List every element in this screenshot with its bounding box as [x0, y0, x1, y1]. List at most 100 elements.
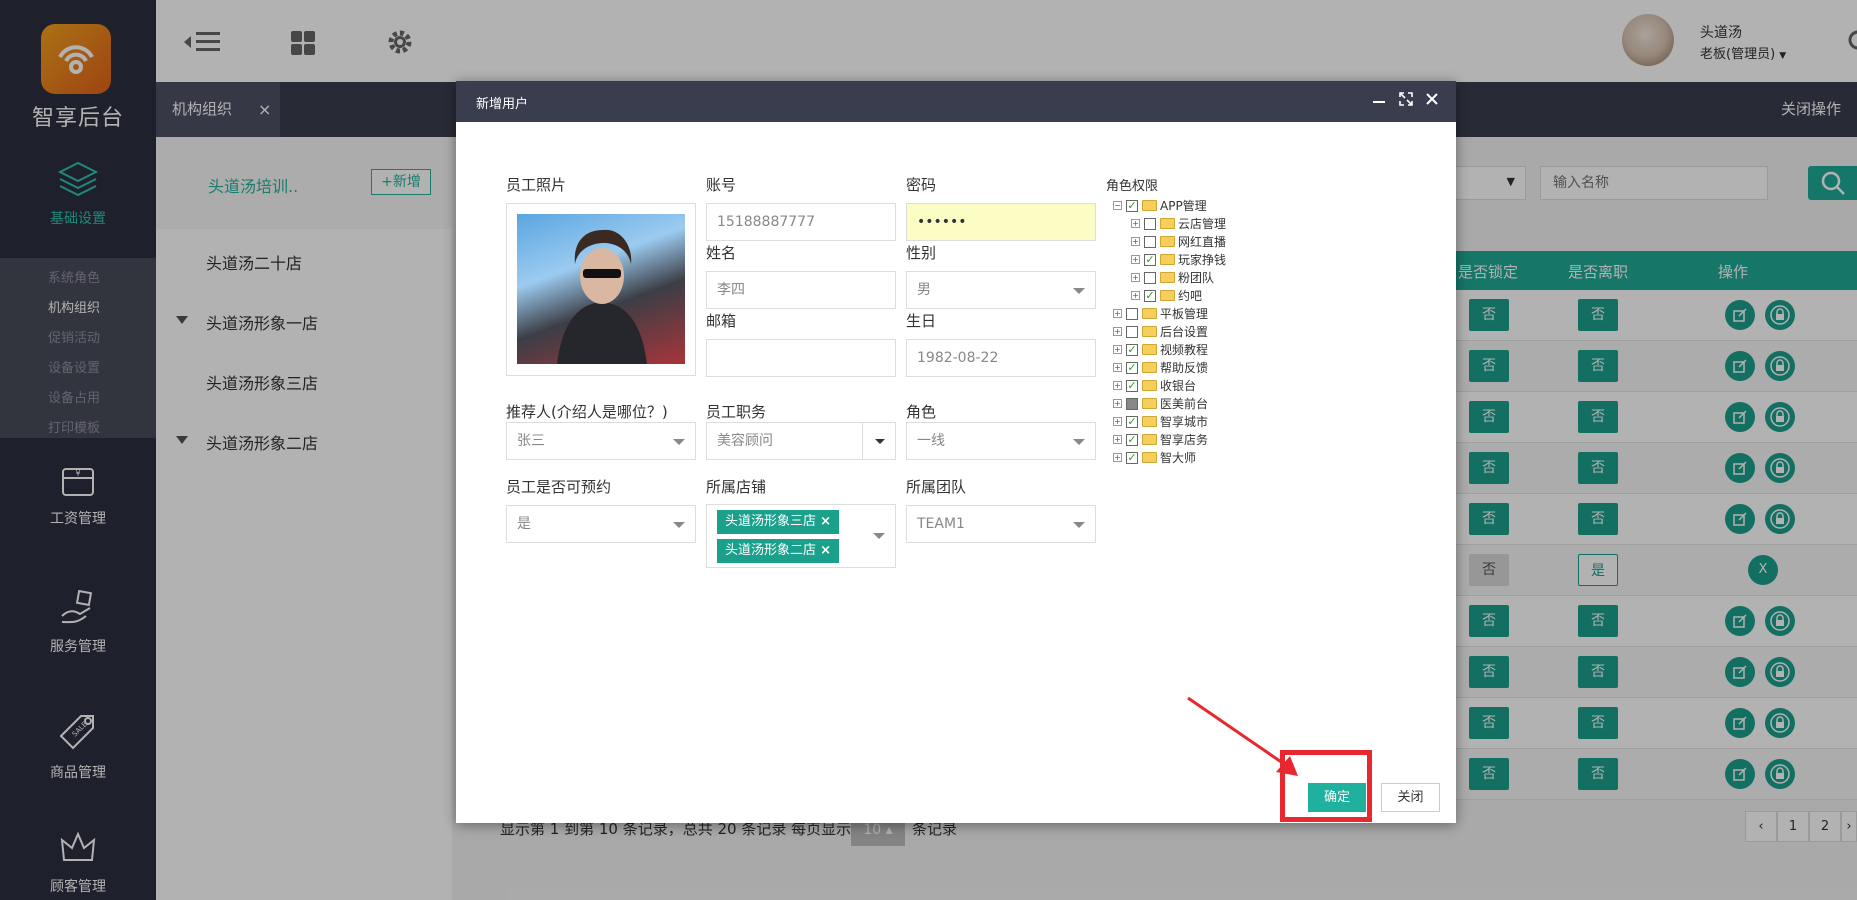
tree-node-label: 智大师 [1160, 451, 1197, 465]
close-button[interactable]: 关闭 [1381, 783, 1440, 812]
tree-node[interactable]: + 平板管理 [1113, 305, 1208, 322]
tree-node[interactable]: + 网红直播 [1131, 233, 1226, 250]
role-label: 角色 [906, 403, 937, 421]
tree-node-label: 粉团队 [1178, 271, 1215, 285]
photo-upload[interactable] [506, 203, 696, 376]
tree-node[interactable]: + ✓ 玩家挣钱 [1131, 251, 1226, 268]
name-input[interactable]: 李四 [706, 271, 896, 309]
store-tag-label: 头道汤形象二店 [725, 543, 817, 558]
tree-checkbox[interactable]: ✓ [1126, 433, 1138, 446]
tree-checkbox[interactable]: ✓ [1126, 361, 1138, 374]
tree-checkbox[interactable] [1144, 235, 1156, 248]
modal-title: 新增用户 [476, 97, 529, 112]
folder-icon [1160, 236, 1175, 247]
annotation-highlight-box [1280, 750, 1372, 822]
tree-node[interactable]: + ✓ 智享店务 [1113, 431, 1208, 448]
position-label: 员工职务 [706, 403, 767, 421]
store-tag[interactable]: 头道汤形象二店 × [717, 539, 840, 563]
tree-node[interactable]: + ✓ 收银台 [1113, 377, 1196, 394]
expand-icon[interactable]: + [1113, 309, 1122, 318]
store-tag[interactable]: 头道汤形象三店 × [717, 510, 840, 534]
tree-node[interactable]: + ✓ 视频教程 [1113, 341, 1208, 358]
folder-icon [1160, 254, 1175, 265]
folder-icon [1142, 344, 1157, 355]
account-input[interactable]: 15188887777 [706, 203, 896, 241]
expand-icon[interactable]: + [1113, 399, 1122, 408]
team-select[interactable]: TEAM1 [906, 505, 1096, 543]
expand-icon[interactable]: + [1113, 327, 1122, 336]
folder-icon [1142, 200, 1157, 211]
role-select[interactable]: 一线 [906, 422, 1096, 460]
modal-header [456, 81, 1456, 122]
expand-icon[interactable]: + [1131, 273, 1140, 282]
role-value: 一线 [917, 433, 945, 449]
password-label: 密码 [906, 176, 937, 194]
tree-node[interactable]: + ✓ 智享城市 [1113, 413, 1208, 430]
tree-checkbox[interactable]: ✓ [1126, 199, 1138, 212]
position-value: 美容顾问 [717, 433, 773, 449]
employee-photo [517, 214, 685, 364]
gender-value: 男 [917, 282, 931, 298]
account-label: 账号 [706, 176, 737, 194]
expand-icon[interactable]: + [1131, 291, 1140, 300]
maximize-icon[interactable] [1398, 91, 1414, 112]
minimize-icon[interactable] [1372, 90, 1386, 115]
tree-node[interactable]: + 医美前台 [1113, 395, 1208, 412]
close-icon[interactable] [1425, 91, 1439, 111]
collapse-icon[interactable]: − [1113, 201, 1122, 210]
tree-node[interactable]: − ✓ APP管理 [1113, 197, 1207, 214]
tree-checkbox[interactable]: ✓ [1126, 415, 1138, 428]
tree-node[interactable]: + ✓ 智大师 [1113, 449, 1196, 466]
bookable-select[interactable]: 是 [506, 505, 696, 543]
bookable-value: 是 [517, 516, 531, 532]
name-label: 姓名 [706, 244, 737, 262]
tree-checkbox[interactable] [1126, 325, 1138, 338]
expand-icon[interactable]: + [1131, 219, 1140, 228]
expand-icon[interactable]: + [1113, 453, 1122, 462]
tree-node[interactable]: + ✓ 约吧 [1131, 287, 1202, 304]
tree-checkbox[interactable]: ✓ [1126, 343, 1138, 356]
chevron-down-icon [875, 439, 885, 444]
expand-icon[interactable]: + [1113, 345, 1122, 354]
tree-checkbox[interactable] [1126, 307, 1138, 320]
expand-icon[interactable]: + [1131, 255, 1140, 264]
folder-icon [1142, 398, 1157, 409]
password-input[interactable]: •••••• [906, 203, 1096, 241]
tree-node[interactable]: + 粉团队 [1131, 269, 1214, 286]
tree-checkbox[interactable] [1144, 271, 1156, 284]
tree-node-label: 帮助反馈 [1160, 361, 1209, 375]
tree-node[interactable]: + 后台设置 [1113, 323, 1208, 340]
birthday-input[interactable]: 1982-08-22 [906, 339, 1096, 377]
remove-tag-icon[interactable]: × [820, 514, 831, 529]
position-select[interactable]: 美容顾问 [706, 422, 896, 460]
tree-checkbox[interactable]: ✓ [1126, 379, 1138, 392]
email-input[interactable] [706, 339, 896, 377]
expand-icon[interactable]: + [1113, 381, 1122, 390]
folder-icon [1142, 380, 1157, 391]
tree-checkbox[interactable]: ✓ [1126, 451, 1138, 464]
chevron-down-icon [1073, 439, 1085, 445]
tree-checkbox[interactable] [1144, 217, 1156, 230]
tree-node-label: 医美前台 [1160, 397, 1209, 411]
folder-icon [1142, 452, 1157, 463]
tree-checkbox[interactable]: ✓ [1144, 289, 1156, 302]
tree-checkbox[interactable]: ✓ [1144, 253, 1156, 266]
expand-icon[interactable]: + [1131, 237, 1140, 246]
expand-icon[interactable]: + [1113, 435, 1122, 444]
expand-icon[interactable]: + [1113, 363, 1122, 372]
photo-label: 员工照片 [506, 176, 567, 194]
tree-node-label: 视频教程 [1160, 343, 1209, 357]
birthday-label: 生日 [906, 312, 937, 330]
gender-select[interactable]: 男 [906, 271, 1096, 309]
expand-icon[interactable]: + [1113, 417, 1122, 426]
tree-checkbox[interactable] [1126, 397, 1138, 410]
tree-node[interactable]: + 云店管理 [1131, 215, 1226, 232]
tree-node-label: 网红直播 [1178, 235, 1227, 249]
folder-icon [1160, 290, 1175, 301]
store-multiselect[interactable]: 头道汤形象三店 × 头道汤形象二店 × [706, 504, 896, 568]
team-value: TEAM1 [917, 516, 965, 532]
chevron-down-icon [1073, 288, 1085, 294]
referrer-select[interactable]: 张三 [506, 422, 696, 460]
tree-node[interactable]: + ✓ 帮助反馈 [1113, 359, 1208, 376]
remove-tag-icon[interactable]: × [820, 543, 831, 558]
